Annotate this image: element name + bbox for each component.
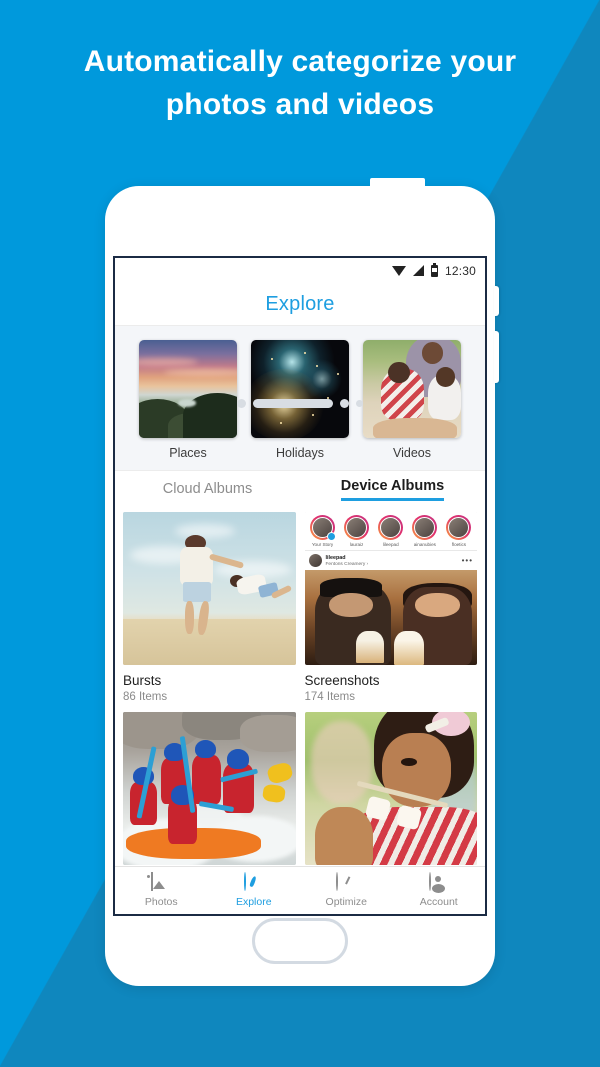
album-name: Bursts [123,673,162,688]
marshmallows-thumbnail [304,712,477,865]
story-item: lileepad [376,515,406,547]
category-label: Videos [393,446,431,460]
headline-line-1: Automatically categorize your [83,45,517,78]
post-location: Fentons Creamery › [325,561,369,567]
nav-item-photos[interactable]: Photos [115,872,208,908]
album-card-rafting[interactable] [123,712,296,866]
signal-icon [412,265,424,276]
category-tiles: Places Holidays Videos [115,325,485,470]
phone-side-button-volume[interactable] [494,331,499,383]
headline-line-2: photos and videos [165,88,435,121]
nav-label: Photos [144,896,178,908]
add-story-icon [327,532,337,541]
instagram-post-header: lileepad Fentons Creamery › ••• [305,551,478,570]
screenshots-thumbnail: Your Story lauraiz lileepad ainanubies f… [304,512,478,665]
avatar [308,554,322,567]
phone-mockup: 12:30 Explore Places Holidays Videos Clo… [105,178,499,986]
status-bar: 12:30 [115,258,485,283]
nav-label: Explore [235,896,272,908]
phone-screen: 12:30 Explore Places Holidays Videos Clo… [113,256,487,916]
nav-item-explore[interactable]: Explore [208,872,301,908]
promo-headline: Automatically categorize your photos and… [0,40,600,126]
post-photo [304,570,477,665]
story-item: Your Story [308,515,338,547]
battery-icon [430,262,438,277]
album-card-screenshots[interactable]: Your Story lauraiz lileepad ainanubies f… [304,512,478,703]
story-name: lileepad [382,542,399,547]
phone-sensor-row [105,399,495,408]
album-item-count: 174 Items [304,691,356,703]
light-sensor-icon [356,400,363,407]
instagram-story-row: Your Story lauraiz lileepad ainanubies f… [304,512,477,547]
wifi-icon [391,265,406,276]
bottom-navigation: Photos Explore Optimize Account [115,866,485,914]
tab-label: Cloud Albums [162,481,253,497]
album-card-marshmallows[interactable] [304,712,477,866]
account-icon [428,872,431,891]
photos-icon [151,872,154,891]
nav-item-optimize[interactable]: Optimize [300,872,393,908]
status-bar-clock: 12:30 [444,263,476,278]
category-label: Places [169,446,207,460]
album-item-count: 86 Items [123,691,168,703]
tab-label: Device Albums [340,478,445,501]
story-name: Your Story [311,542,334,547]
speaker-grille [253,399,333,408]
category-label: Holidays [276,446,324,460]
compass-icon [243,872,246,891]
story-name: lauraiz [349,542,364,547]
album-card-bursts[interactable]: Bursts 86 Items [123,512,296,703]
videos-thumbnail [363,340,461,438]
holidays-thumbnail [251,340,349,438]
ellipsis-icon: ••• [461,556,473,565]
album-source-tabs: Cloud Albums Device Albums [115,470,485,508]
album-name: Screenshots [304,673,380,688]
nav-label: Optimize [325,896,367,908]
phone-side-button-power[interactable] [494,286,499,316]
nav-label: Account [419,896,458,908]
tab-cloud-albums[interactable]: Cloud Albums [115,480,300,508]
post-username: lileepad [325,554,346,561]
tab-device-albums[interactable]: Device Albums [300,477,485,508]
page-title: Explore [115,283,485,325]
phone-top-tab [370,178,425,190]
story-item: lauraiz [342,515,372,547]
nav-item-account[interactable]: Account [393,872,486,908]
story-item: ainanubies [410,515,440,547]
proximity-sensor-icon [340,399,349,408]
rafting-thumbnail [123,712,296,865]
bursts-thumbnail [123,512,296,665]
story-item: floetics [444,515,474,547]
story-name: ainanubies [413,542,436,547]
places-thumbnail [139,340,237,438]
home-button[interactable] [252,918,348,964]
album-grid: Bursts 86 Items Your Story lauraiz lilee… [115,508,485,866]
gauge-icon [336,872,339,891]
story-name: floetics [451,542,467,547]
camera-icon [237,399,246,408]
